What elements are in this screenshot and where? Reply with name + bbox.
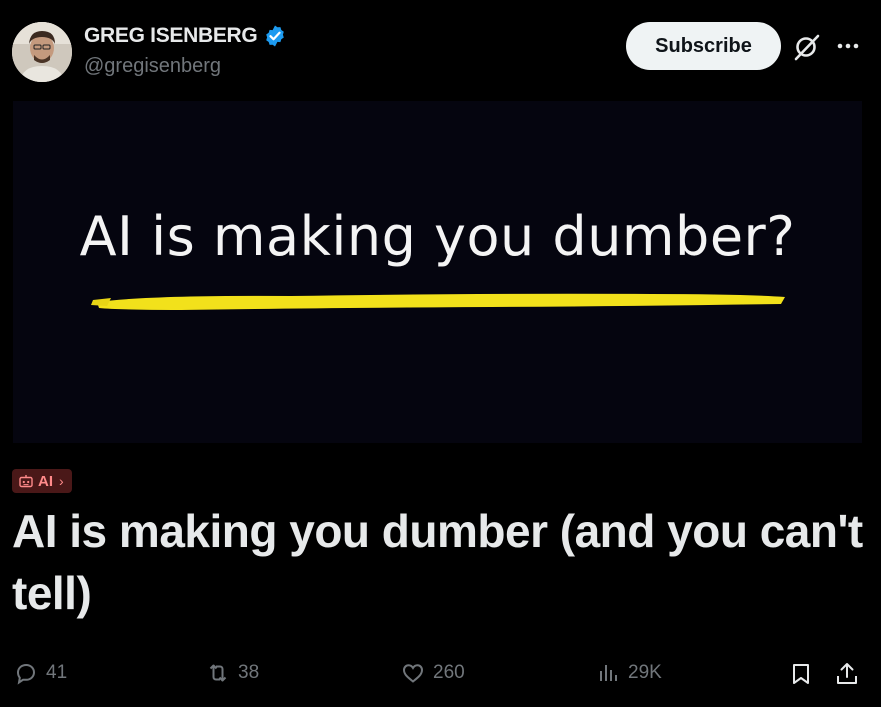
views-button[interactable]: 29K: [596, 661, 662, 685]
repost-count: 38: [238, 662, 260, 683]
article-title[interactable]: AI is making you dumber (and you can't t…: [12, 500, 872, 624]
author-name[interactable]: GREG ISENBERG: [84, 24, 258, 48]
avatar[interactable]: [12, 22, 72, 82]
like-button[interactable]: 260: [401, 661, 465, 685]
robot-icon: [18, 473, 34, 489]
reply-icon: [16, 663, 36, 685]
reply-button[interactable]: 41: [14, 661, 67, 685]
analytics-icon: [600, 665, 617, 681]
cover-image-text: AI is making you dumber?: [79, 205, 796, 268]
repost-button[interactable]: 38: [206, 661, 259, 685]
author-handle[interactable]: @gregisenberg: [84, 55, 221, 78]
post-header: GREG ISENBERG @gregisenberg Subscribe: [0, 0, 881, 100]
bookmark-icon[interactable]: [788, 661, 814, 687]
like-count: 260: [433, 662, 465, 683]
heart-icon: [402, 664, 424, 683]
article-cover-image[interactable]: AI is making you dumber?: [13, 101, 862, 443]
reply-count: 41: [46, 662, 68, 683]
cover-highlight-stroke: [91, 293, 785, 310]
category-tag[interactable]: AI ›: [12, 469, 72, 493]
repost-icon: [209, 664, 227, 682]
more-horizontal-icon[interactable]: [834, 34, 862, 58]
views-count: 29K: [628, 662, 662, 683]
chevron-right-icon: ›: [59, 473, 64, 489]
share-icon[interactable]: [834, 661, 860, 687]
action-bar: 41 38 260 29K: [0, 655, 881, 695]
grok-icon[interactable]: [792, 32, 822, 62]
verified-badge-icon: [263, 24, 287, 48]
category-tag-label: AI: [38, 472, 53, 490]
subscribe-button[interactable]: Subscribe: [626, 22, 781, 70]
author-name-row: GREG ISENBERG: [84, 24, 287, 48]
